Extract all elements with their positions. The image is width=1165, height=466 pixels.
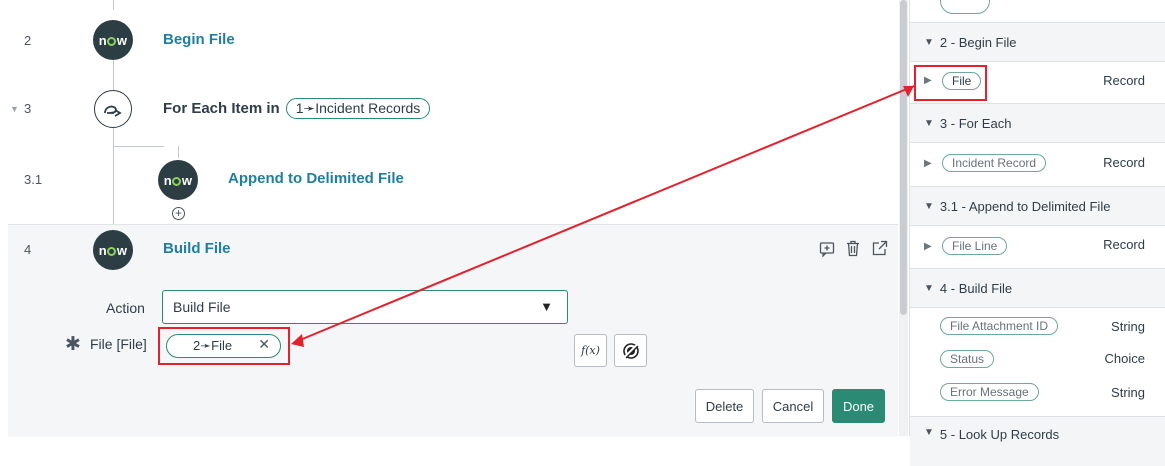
annotation-arrow (291, 85, 915, 347)
